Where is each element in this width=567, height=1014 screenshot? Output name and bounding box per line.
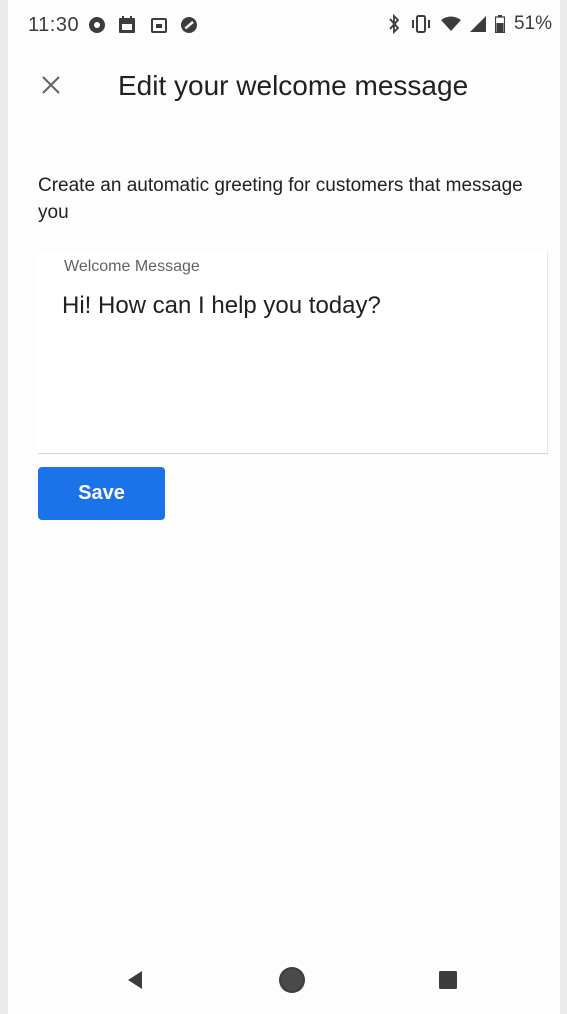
vibrate-icon [410, 15, 432, 33]
screen: 11:30 51% Edit your welcome message Crea… [8, 0, 560, 1014]
status-bar: 11:30 51% [8, 0, 560, 52]
back-button[interactable] [116, 960, 156, 1000]
recents-icon [439, 971, 457, 989]
welcome-message-field[interactable]: Welcome Message Hi! How can I help you t… [38, 252, 548, 454]
battery-icon [494, 15, 505, 33]
calendar-small-icon [150, 16, 168, 34]
back-icon [128, 971, 142, 989]
nav-bar [8, 940, 560, 1014]
app-bar: Edit your welcome message [8, 52, 560, 126]
wifi-icon [440, 16, 461, 32]
recents-button[interactable] [428, 960, 468, 1000]
description-text: Create an automatic greeting for custome… [38, 175, 523, 223]
no-disturb-icon [180, 16, 198, 34]
close-icon [42, 76, 60, 94]
bluetooth-icon [387, 14, 401, 34]
field-label: Welcome Message [64, 258, 200, 275]
calendar-icon [118, 16, 136, 34]
status-right: 51% [387, 13, 552, 35]
status-time: 11:30 [28, 14, 80, 36]
close-button[interactable] [30, 64, 72, 106]
battery-percent: 51% [513, 13, 552, 34]
settings-badge-icon [88, 16, 106, 34]
save-button[interactable]: Save [38, 467, 165, 520]
page-title: Edit your welcome message [118, 70, 469, 101]
signal-icon [469, 16, 486, 32]
welcome-message-input[interactable]: Hi! How can I help you today? [62, 290, 532, 440]
home-button[interactable] [272, 960, 312, 1000]
home-icon [279, 967, 305, 993]
